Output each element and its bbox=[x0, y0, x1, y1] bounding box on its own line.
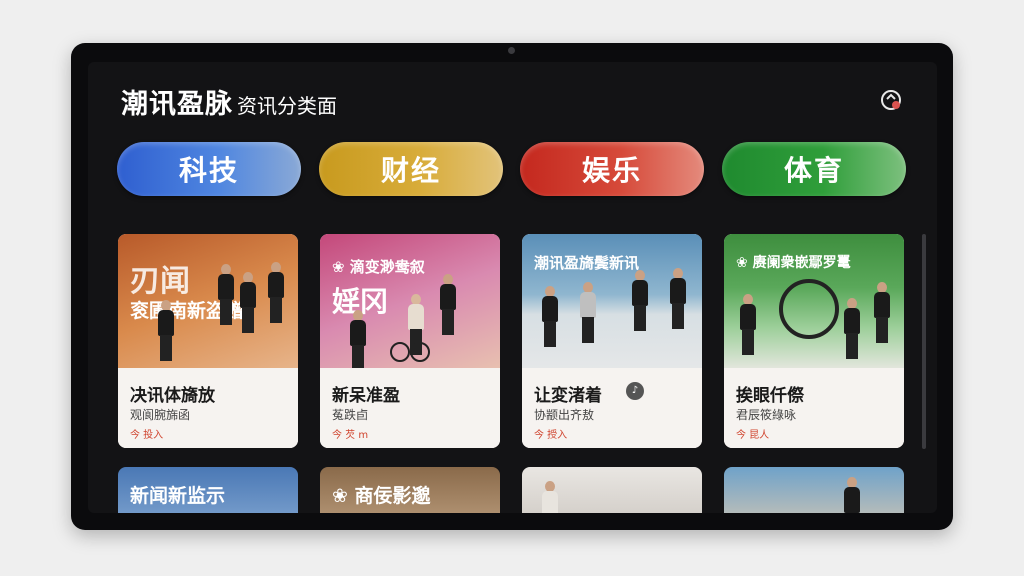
tab-entertainment[interactable]: 娱乐 bbox=[520, 142, 704, 196]
card-image-headline: ❀ 赓阑衆嵌鄢罗鼍 bbox=[736, 255, 851, 271]
app-screen: 潮讯盈脉 资讯分类面 科技 财经 娱乐 体育 刃闻 衮圃南新盗赠 决讯体旖放 观… bbox=[88, 62, 937, 513]
card-image-headline: ❀ 商佞影邈 bbox=[332, 485, 431, 507]
news-card-partial[interactable]: ❀ 商佞影邈 bbox=[320, 467, 500, 513]
card-meta: 今 芡 m bbox=[332, 430, 369, 441]
tab-finance[interactable]: 财经 bbox=[319, 142, 503, 196]
card-title: 决讯体旖放 bbox=[130, 386, 215, 406]
card-title: 新呆准盈 bbox=[332, 386, 400, 406]
scrollbar[interactable] bbox=[922, 234, 926, 449]
tablet-device: 潮讯盈脉 资讯分类面 科技 财经 娱乐 体育 刃闻 衮圃南新盗赠 决讯体旖放 观… bbox=[71, 43, 953, 530]
news-card-partial[interactable] bbox=[724, 467, 904, 513]
card-title: 挨眼仟傺 bbox=[736, 386, 804, 406]
category-tabs: 科技 财经 娱乐 体育 bbox=[117, 142, 917, 197]
card-title: 让変渚着 bbox=[534, 386, 602, 406]
card-image-headline: ❀ 滴变渺鸯叙 bbox=[332, 258, 425, 276]
news-card[interactable]: 潮讯盈旖鬓新讯 让変渚着 ♪ 协颛出齐敖 今 授入 bbox=[522, 234, 702, 448]
page-title: 潮讯盈脉 资讯分类面 bbox=[121, 82, 337, 121]
fitness-ring-icon bbox=[779, 279, 839, 339]
card-subtitle: 菟跌卣 bbox=[332, 408, 369, 422]
card-subtitle: 君辰筱綠咏 bbox=[736, 408, 797, 422]
card-meta: 今 投入 bbox=[130, 430, 164, 441]
card-subtitle: 观阆腕旆函 bbox=[130, 408, 191, 422]
tab-sports[interactable]: 体育 bbox=[722, 142, 906, 196]
card-subtitle: 协颛出齐敖 bbox=[534, 408, 595, 422]
play-icon[interactable]: ♪ bbox=[626, 382, 644, 400]
card-meta: 今 授入 bbox=[534, 430, 568, 441]
news-card-image: 潮讯盈旖鬓新讯 bbox=[522, 234, 702, 368]
news-card-image: 刃闻 衮圃南新盗赠 bbox=[118, 234, 298, 368]
news-card[interactable]: ❀ 滴变渺鸯叙 婬冈 新呆准盈 菟跌卣 今 芡 m bbox=[320, 234, 500, 448]
card-image-headline: 潮讯盈旖鬓新讯 bbox=[534, 254, 640, 272]
news-card-body: 决讯体旖放 观阆腕旆函 今 投入 bbox=[118, 368, 298, 448]
news-card-body: 挨眼仟傺 君辰筱綠咏 今 昆人 bbox=[724, 368, 904, 448]
news-card[interactable]: ❀ 赓阑衆嵌鄢罗鼍 挨眼仟傺 君辰筱綠咏 今 昆人 bbox=[724, 234, 904, 448]
card-image-headline: 刃闻 bbox=[130, 264, 190, 299]
refresh-icon[interactable] bbox=[878, 87, 904, 113]
camera-dot bbox=[508, 47, 515, 54]
tab-tech[interactable]: 科技 bbox=[117, 142, 301, 196]
news-card-image: ❀ 滴变渺鸯叙 婬冈 bbox=[320, 234, 500, 368]
bicycle-icon bbox=[390, 342, 430, 362]
news-card[interactable]: 刃闻 衮圃南新盗赠 决讯体旖放 观阆腕旆函 今 投入 bbox=[118, 234, 298, 448]
card-image-headline: 新闻新监示 bbox=[130, 485, 226, 507]
card-meta: 今 昆人 bbox=[736, 430, 770, 441]
news-card-body: 新呆准盈 菟跌卣 今 芡 m bbox=[320, 368, 500, 448]
news-card-partial[interactable] bbox=[522, 467, 702, 513]
app-name: 潮讯盈脉 bbox=[121, 89, 233, 120]
page-name: 资讯分类面 bbox=[237, 94, 337, 118]
news-card-body: 让変渚着 ♪ 协颛出齐敖 今 授入 bbox=[522, 368, 702, 448]
news-card-partial[interactable]: 新闻新监示 bbox=[118, 467, 298, 513]
news-card-image: ❀ 赓阑衆嵌鄢罗鼍 bbox=[724, 234, 904, 368]
